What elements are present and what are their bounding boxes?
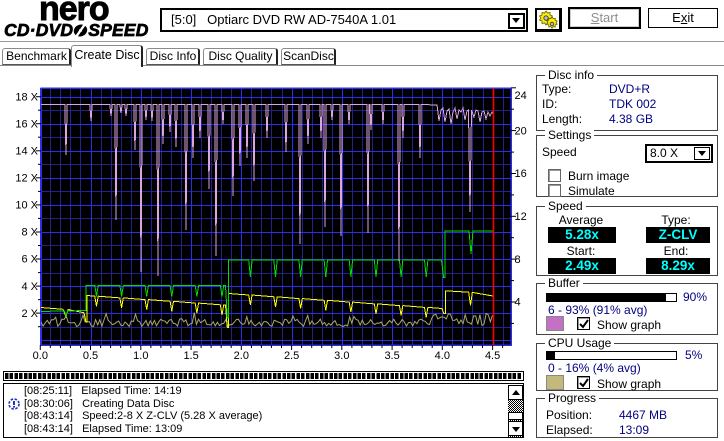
svg-text:12: 12 bbox=[515, 211, 527, 223]
svg-text:2.5: 2.5 bbox=[284, 350, 299, 362]
svg-text:0.5: 0.5 bbox=[83, 350, 98, 362]
svg-text:0.0: 0.0 bbox=[33, 350, 48, 362]
svg-text:20: 20 bbox=[515, 125, 527, 137]
svg-text:3.0: 3.0 bbox=[334, 350, 349, 362]
svg-text:8: 8 bbox=[515, 254, 521, 266]
svg-text:2 X: 2 X bbox=[21, 308, 38, 320]
svg-text:16 X: 16 X bbox=[15, 118, 38, 130]
svg-text:3.5: 3.5 bbox=[384, 350, 399, 362]
svg-text:1.5: 1.5 bbox=[183, 350, 198, 362]
svg-text:18 X: 18 X bbox=[15, 91, 38, 103]
svg-text:4 X: 4 X bbox=[21, 281, 38, 293]
svg-text:4: 4 bbox=[515, 297, 521, 309]
svg-text:14 X: 14 X bbox=[15, 146, 38, 158]
svg-text:16: 16 bbox=[515, 168, 527, 180]
svg-text:4.0: 4.0 bbox=[435, 350, 450, 362]
svg-text:24: 24 bbox=[515, 90, 527, 102]
svg-text:4.5: 4.5 bbox=[485, 350, 500, 362]
svg-text:8 X: 8 X bbox=[21, 227, 38, 239]
svg-text:10 X: 10 X bbox=[15, 200, 38, 212]
svg-text:12 X: 12 X bbox=[15, 173, 38, 185]
svg-text:1.0: 1.0 bbox=[133, 350, 148, 362]
svg-text:2.0: 2.0 bbox=[234, 350, 249, 362]
svg-text:6 X: 6 X bbox=[21, 254, 38, 266]
